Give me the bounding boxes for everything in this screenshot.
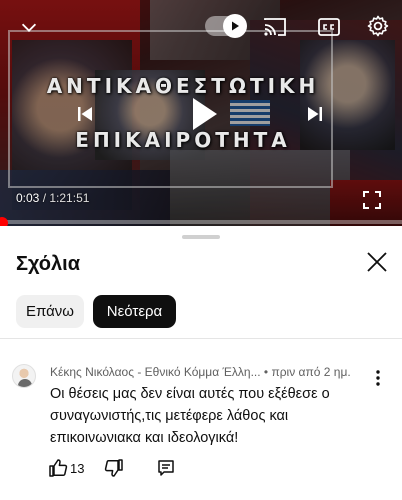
playback-time: 0:03 / 1:21:51 xyxy=(16,191,89,205)
skip-next-icon[interactable] xyxy=(300,100,330,128)
autoplay-toggle-icon xyxy=(223,14,247,38)
comment-time: • πριν από 2 ημ. xyxy=(260,365,351,379)
more-options-icon[interactable] xyxy=(370,368,386,388)
seek-bar[interactable] xyxy=(0,220,402,224)
drag-handle[interactable] xyxy=(182,235,220,239)
divider xyxy=(0,338,402,339)
cast-icon[interactable] xyxy=(262,14,288,40)
video-title-line-1: ΑΝΤΙΚΑΘΕΣΤΩΤΙΚΗ xyxy=(46,74,320,98)
comment-meta: Κέκης Νικόλαος - Εθνικό Κόμμα Έλλη... • … xyxy=(50,365,365,379)
like-count: 13 xyxy=(70,461,85,476)
fullscreen-icon[interactable] xyxy=(360,188,384,212)
close-icon[interactable] xyxy=(364,249,390,275)
skip-previous-icon[interactable] xyxy=(70,100,100,128)
sort-chip-newest[interactable]: Νεότερα xyxy=(93,295,176,328)
video-player[interactable]: ΑΝΤΙΚΑΘΕΣΤΩΤΙΚΗ ΕΠΙΚΑΙΡΟΤΗΤΑ 0:03 / 1:21… xyxy=(0,0,402,226)
autoplay-toggle[interactable] xyxy=(205,14,247,38)
video-duration: 1:21:51 xyxy=(49,191,90,205)
reply-icon[interactable] xyxy=(157,459,175,477)
gear-icon[interactable] xyxy=(364,12,392,40)
sort-chip-top[interactable]: Επάνω xyxy=(16,295,84,328)
time-separator: / xyxy=(39,191,50,205)
comment-author[interactable]: Κέκης Νικόλαος - Εθνικό Κόμμα Έλλη... xyxy=(50,365,261,379)
comment-actions: 13 xyxy=(48,458,208,480)
video-frame-border xyxy=(8,30,333,188)
chevron-down-icon[interactable] xyxy=(16,14,42,40)
comment-text: Οι θέσεις μας δεν είναι αυτές που εξέθεσ… xyxy=(50,386,330,446)
video-title-line-2: ΕΠΙΚΑΙΡΟΤΗΤΑ xyxy=(75,128,291,152)
play-icon[interactable] xyxy=(186,94,222,134)
comments-panel: Σχόλια Επάνω Νεότερα Κέκης Νικόλαος - Εθ… xyxy=(0,226,402,500)
like-icon[interactable] xyxy=(48,458,68,478)
avatar[interactable] xyxy=(12,364,36,388)
current-time: 0:03 xyxy=(16,191,40,205)
closed-captions-icon[interactable] xyxy=(316,15,342,39)
comments-title: Σχόλια xyxy=(16,253,80,275)
dislike-icon[interactable] xyxy=(104,458,124,478)
